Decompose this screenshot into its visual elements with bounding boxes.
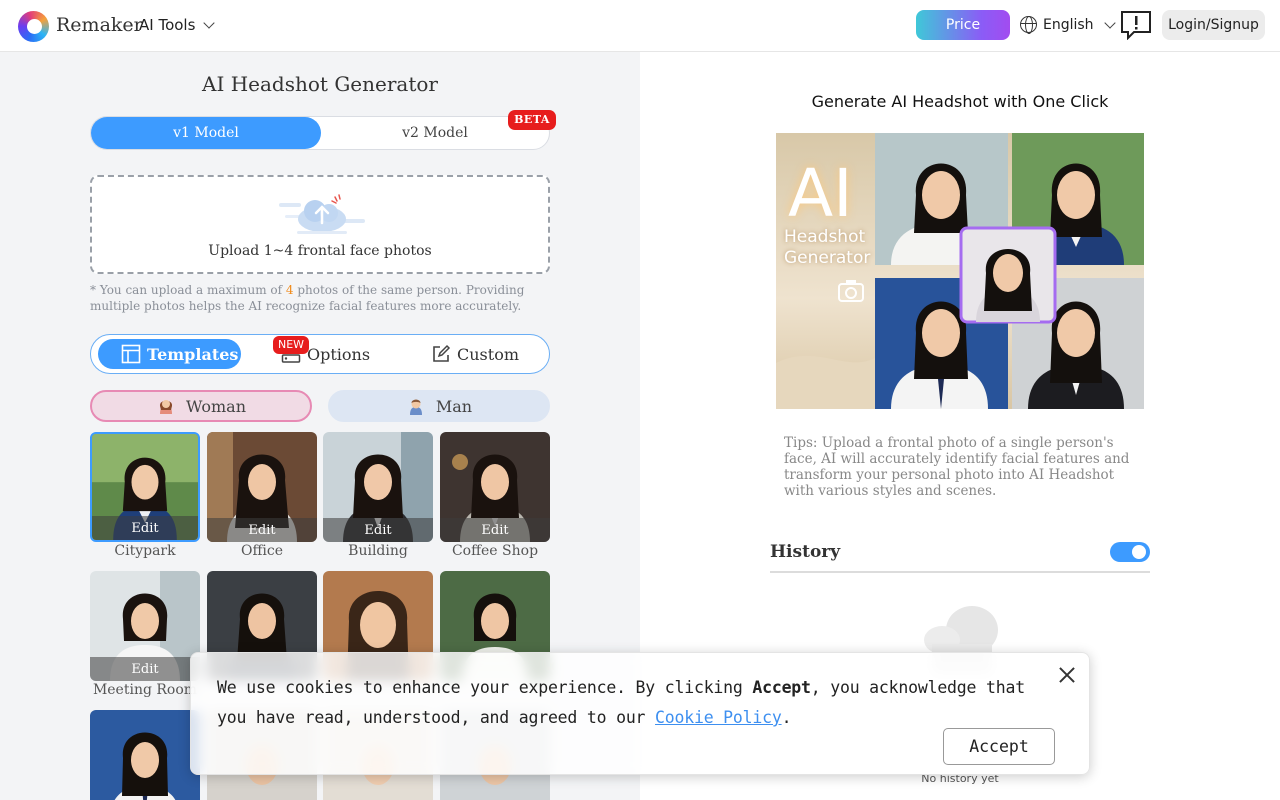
template-meeting-room[interactable]: Edit — [90, 571, 200, 681]
template-label: Coffee Shop — [451, 543, 539, 559]
cookie-message: We use cookies to enhance your experienc… — [217, 678, 1025, 727]
tab-templates[interactable]: Templates — [98, 339, 241, 369]
ai-tools-label: AI Tools — [139, 16, 196, 34]
login-signup-button[interactable]: Login/Signup — [1162, 10, 1265, 40]
preview-title: Generate AI Headshot with One Click — [811, 92, 1109, 111]
remaker-logo-icon[interactable] — [18, 11, 49, 42]
price-button[interactable]: Price — [916, 10, 1010, 40]
tips-text: Tips: Upload a frontal photo of a single… — [784, 435, 1130, 499]
accept-cookies-button[interactable]: Accept — [943, 728, 1055, 765]
globe-icon — [1020, 16, 1037, 34]
template-coffee-shop[interactable]: Edit — [440, 432, 550, 542]
model-toggle: v1 Model v2 Model — [90, 116, 550, 150]
upload-dropzone[interactable]: Upload 1~4 frontal face photos — [90, 175, 550, 274]
layout-icon — [121, 344, 141, 364]
page-title: AI Headshot Generator — [202, 72, 438, 96]
template-school[interactable] — [90, 710, 200, 800]
top-header: Remaker AI Tools Price English Login/Sig… — [0, 0, 1280, 52]
history-title: History — [770, 542, 841, 562]
ai-tools-menu[interactable]: AI Tools — [139, 16, 216, 34]
edit-template-button[interactable]: Edit — [92, 516, 198, 540]
brand-name[interactable]: Remaker — [56, 14, 143, 36]
template-label: Building — [348, 543, 408, 559]
mode-tabs: Templates Options Custom — [90, 334, 550, 374]
template-label: Citypark — [114, 543, 176, 559]
hero-line2: Generator — [784, 248, 871, 268]
language-selector[interactable]: English — [1020, 16, 1116, 34]
template-building[interactable]: Edit — [323, 432, 433, 542]
man-icon — [409, 399, 422, 415]
template-office[interactable]: Edit — [207, 432, 317, 542]
chevron-down-icon — [1103, 16, 1116, 29]
cookie-banner: We use cookies to enhance your experienc… — [190, 652, 1090, 775]
history-divider — [770, 571, 1150, 573]
edit-template-button[interactable]: Edit — [440, 518, 550, 542]
edit-template-button[interactable]: Edit — [90, 657, 200, 681]
close-icon[interactable] — [1059, 667, 1075, 683]
cookie-policy-link[interactable]: Cookie Policy — [655, 708, 782, 727]
template-label: Office — [240, 543, 284, 559]
edit-template-button[interactable]: Edit — [323, 518, 433, 542]
template-label: Meeting Room — [92, 682, 198, 698]
template-image — [90, 710, 200, 800]
beta-badge: BETA — [508, 110, 556, 130]
upload-text: Upload 1~4 frontal face photos — [208, 243, 432, 259]
man-filter-button[interactable]: Man — [328, 390, 550, 422]
new-badge: NEW — [273, 336, 309, 354]
feedback-icon[interactable] — [1120, 10, 1152, 40]
edit-template-button[interactable]: Edit — [207, 518, 317, 542]
v1-model-button[interactable]: v1 Model — [91, 117, 321, 149]
woman-filter-button[interactable]: Woman — [90, 390, 312, 422]
hero-line1: Headshot — [784, 227, 866, 247]
history-toggle[interactable] — [1110, 542, 1150, 562]
upload-note: * You can upload a maximum of 4 photos o… — [90, 283, 525, 313]
hero-big-text: AI — [788, 155, 853, 232]
woman-icon — [159, 400, 173, 414]
edit-icon — [433, 344, 451, 362]
chevron-down-icon — [203, 17, 216, 29]
template-citypark[interactable]: Edit — [90, 432, 200, 542]
cloud-upload-icon — [279, 194, 365, 234]
language-label: English — [1043, 16, 1094, 33]
hero-preview-image: AI Headshot Generator — [776, 133, 1144, 409]
tab-custom[interactable]: Custom — [431, 339, 519, 369]
